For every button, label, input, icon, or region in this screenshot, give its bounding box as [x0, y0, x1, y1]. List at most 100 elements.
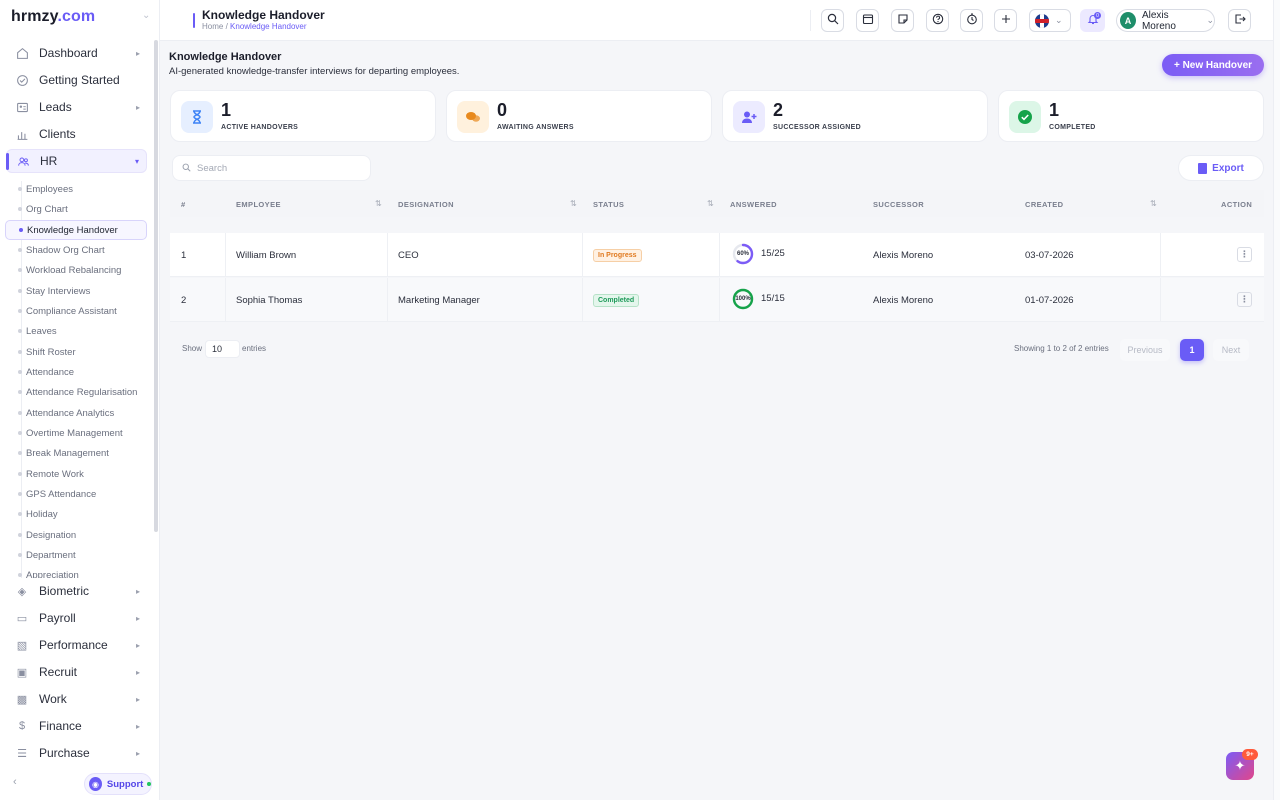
- sidebar-scrollbar[interactable]: [154, 40, 158, 532]
- sidebar-subitem-remote-work[interactable]: Remote Work: [18, 466, 146, 482]
- sidebar-item-work[interactable]: ▩ Work ▸: [6, 687, 147, 711]
- help-button[interactable]: [926, 9, 949, 32]
- sidebar-subitem-compliance-assistant[interactable]: Compliance Assistant: [18, 303, 146, 319]
- column-header-designation[interactable]: DESIGNATION: [398, 200, 454, 209]
- sidebar-subitem-shadow-org-chart[interactable]: Shadow Org Chart: [18, 242, 146, 258]
- export-button[interactable]: Export: [1178, 155, 1264, 181]
- sidebar-subitem-attendance-analytics[interactable]: Attendance Analytics: [18, 405, 146, 421]
- sidebar-item-label: Leads: [39, 100, 72, 114]
- cell-employee[interactable]: Sophia Thomas: [236, 295, 302, 306]
- notes-button[interactable]: [891, 9, 914, 32]
- sidebar-item-recruit[interactable]: ▣ Recruit ▸: [6, 660, 147, 684]
- sidebar-subitem-leaves[interactable]: Leaves: [18, 323, 146, 339]
- user-name: Alexis Moreno: [1141, 9, 1176, 32]
- sidebar-subitem-break-management[interactable]: Break Management: [18, 445, 146, 461]
- sidebar-subitem-gps-attendance[interactable]: GPS Attendance: [18, 486, 146, 502]
- search-input[interactable]: [197, 162, 367, 174]
- bullet-dot: [18, 309, 22, 313]
- column-header-successor[interactable]: SUCCESSOR: [873, 200, 924, 209]
- sidebar-item-label: Purchase: [39, 746, 90, 760]
- table-row[interactable]: 1 William Brown CEO In Progress 60% 15/25 Alex…: [170, 233, 1264, 277]
- sidebar-subitem-org-chart[interactable]: Org Chart: [18, 201, 146, 217]
- bullet-dot: [18, 553, 22, 557]
- page-scrollbar[interactable]: [1273, 0, 1280, 800]
- sidebar-item-biometric[interactable]: ◈ Biometric ▸: [6, 579, 147, 603]
- user-menu[interactable]: A Alexis Moreno ⌄: [1116, 9, 1215, 32]
- add-button[interactable]: [994, 9, 1017, 32]
- sidebar-item-leads[interactable]: Leads ▸: [6, 95, 147, 119]
- language-selector[interactable]: ⌄: [1029, 9, 1071, 32]
- calendar-button[interactable]: [856, 9, 879, 32]
- notifications-button[interactable]: 0: [1080, 9, 1105, 32]
- breadcrumb-home[interactable]: Home: [202, 22, 223, 31]
- sidebar-subitem-attendance-regularisation[interactable]: Attendance Regularisation: [18, 384, 146, 400]
- plus-icon: [1000, 13, 1012, 28]
- search-button[interactable]: [821, 9, 844, 32]
- row-actions-button[interactable]: ⋮: [1237, 292, 1252, 307]
- users-icon: [15, 153, 31, 169]
- sidebar-subitem-attendance[interactable]: Attendance: [18, 364, 146, 380]
- sidebar-subitem-designation[interactable]: Designation: [18, 527, 146, 543]
- show-label: Show: [182, 344, 203, 353]
- sidebar-item-finance[interactable]: $ Finance ▸: [6, 714, 147, 738]
- bullet-dot: [18, 492, 22, 496]
- cell-answered: 15/25: [761, 248, 785, 259]
- cell-divider: [582, 278, 583, 322]
- table-header: # EMPLOYEE ⇅ DESIGNATION ⇅ STATUS ⇅ ANSW…: [170, 190, 1264, 217]
- sidebar-item-dashboard[interactable]: Dashboard ▸: [6, 41, 147, 65]
- sort-icon[interactable]: ⇅: [375, 199, 382, 208]
- cell-employee[interactable]: William Brown: [236, 250, 296, 261]
- sidebar-subitem-department[interactable]: Department: [18, 547, 146, 563]
- new-handover-button[interactable]: + New Handover: [1162, 54, 1264, 76]
- brand-logo[interactable]: hrmzy.com: [11, 8, 95, 26]
- column-header-created[interactable]: CREATED: [1025, 200, 1064, 209]
- sidebar-item-hr[interactable]: HR ▾: [6, 149, 147, 173]
- sidebar-subitem-shift-roster[interactable]: Shift Roster: [18, 344, 146, 360]
- table-row[interactable]: 2 Sophia Thomas Marketing Manager Completed…: [170, 278, 1264, 322]
- dollar-icon: $: [18, 720, 26, 732]
- search-box[interactable]: [172, 155, 371, 181]
- bullet-dot: [18, 187, 22, 191]
- column-header-status[interactable]: STATUS: [593, 200, 624, 209]
- bullet-dot: [18, 289, 22, 293]
- row-actions-button[interactable]: ⋮: [1237, 247, 1252, 262]
- page-1-button[interactable]: 1: [1180, 339, 1204, 361]
- bullet-dot: [18, 350, 22, 354]
- collapse-sidebar-icon[interactable]: ‹: [13, 776, 17, 788]
- column-header-employee[interactable]: EMPLOYEE: [236, 200, 281, 209]
- logout-icon: [1234, 13, 1246, 28]
- page-subtitle: AI-generated knowledge-transfer intervie…: [169, 66, 460, 77]
- next-page-button[interactable]: Next: [1213, 339, 1249, 361]
- sort-icon[interactable]: ⇅: [707, 199, 714, 208]
- more-vertical-icon: ⋮: [1240, 249, 1249, 259]
- sidebar-subitem-stay-interviews[interactable]: Stay Interviews: [18, 283, 146, 299]
- support-button[interactable]: ◉ Support: [84, 773, 152, 795]
- cell-divider: [225, 233, 226, 277]
- column-header-answered[interactable]: ANSWERED: [730, 200, 777, 209]
- sidebar-subitem-holiday[interactable]: Holiday: [18, 506, 146, 522]
- sidebar-item-clients[interactable]: Clients: [6, 122, 147, 146]
- sidebar-item-purchase[interactable]: ☰ Purchase ▸: [6, 741, 147, 765]
- timer-button[interactable]: [960, 9, 983, 32]
- sort-icon[interactable]: ⇅: [570, 199, 577, 208]
- sort-icon[interactable]: ⇅: [1150, 199, 1157, 208]
- column-header-number[interactable]: #: [181, 200, 186, 209]
- sidebar-subitem-label: Department: [26, 549, 76, 561]
- sidebar-subitem-overtime-management[interactable]: Overtime Management: [18, 425, 146, 441]
- chevron-down-icon[interactable]: ⌄: [142, 10, 150, 21]
- timer-icon: [966, 13, 978, 28]
- sidebar-subitem-knowledge-handover[interactable]: Knowledge Handover: [5, 220, 147, 240]
- sidebar-subitem-employees[interactable]: Employees: [18, 181, 146, 197]
- sidebar-item-getting-started[interactable]: Getting Started: [6, 68, 147, 92]
- page-length-select[interactable]: 10: [205, 340, 240, 358]
- headset-icon: ◉: [89, 777, 102, 791]
- previous-page-button[interactable]: Previous: [1120, 339, 1170, 361]
- stat-value: 1: [221, 100, 232, 120]
- sidebar-subitem-appreciation[interactable]: Appreciation: [18, 567, 146, 578]
- sidebar-item-payroll[interactable]: ▭ Payroll ▸: [6, 606, 147, 630]
- sidebar-subitem-workload-rebalancing[interactable]: Workload Rebalancing: [18, 262, 146, 278]
- chevron-right-icon: ▸: [135, 586, 140, 596]
- sidebar-subitem-label: Shift Roster: [26, 346, 76, 358]
- sidebar-item-performance[interactable]: ▧ Performance ▸: [6, 633, 147, 657]
- logout-button[interactable]: [1228, 9, 1251, 32]
